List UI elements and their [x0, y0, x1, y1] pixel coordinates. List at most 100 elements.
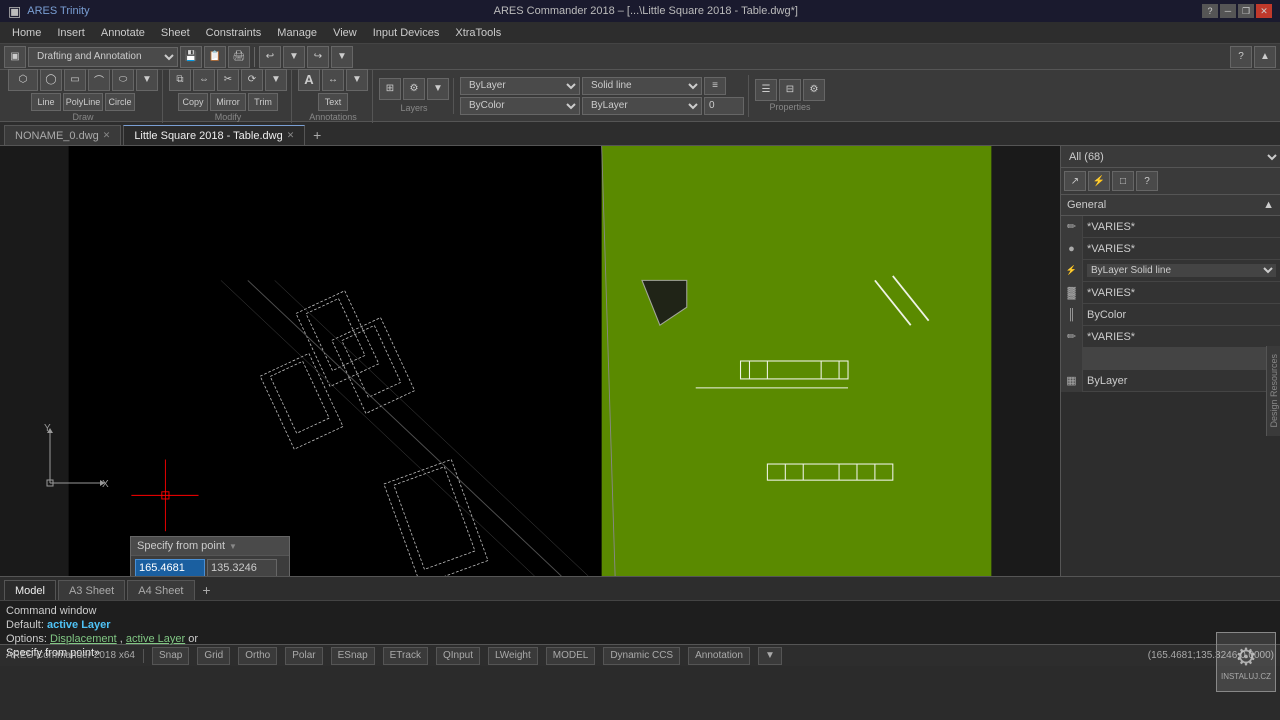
y-coord-input[interactable] [207, 559, 277, 576]
linetype-select[interactable]: Solid line [582, 77, 702, 95]
undo-button[interactable]: ↩ [259, 46, 281, 68]
lineweight-icon: ║ [1061, 304, 1083, 326]
menu-annotate[interactable]: Annotate [93, 25, 153, 41]
plot-icon: ▦ [1061, 370, 1083, 392]
title-bar: ▣ ARES Trinity ARES Commander 2018 – [..… [0, 0, 1280, 22]
dynamic-ccs-btn[interactable]: Dynamic CCS [603, 647, 680, 665]
menu-sheet[interactable]: Sheet [153, 25, 198, 41]
linetype-select-prop[interactable]: ByLayer Solid line [1087, 264, 1276, 277]
trim-btn[interactable]: ✂ [217, 69, 239, 91]
restore-button[interactable]: ❐ [1238, 4, 1254, 18]
snap-btn[interactable]: Snap [152, 647, 189, 665]
draw-group-btn[interactable]: ⬡ [8, 69, 38, 91]
tab-noname-close[interactable]: ✕ [103, 130, 111, 141]
polar-btn[interactable]: Polar [285, 647, 322, 665]
print-icon[interactable]: 🖨 [228, 46, 250, 68]
layer-select[interactable]: ByLayer [460, 77, 580, 95]
tab-little-square[interactable]: Little Square 2018 - Table.dwg ✕ [123, 125, 305, 145]
sheet-a4-tab[interactable]: A4 Sheet [127, 580, 194, 600]
save-icon[interactable]: 💾 [180, 46, 202, 68]
menu-xtratools[interactable]: XtraTools [447, 25, 509, 41]
tab-little-square-close[interactable]: ✕ [287, 130, 295, 141]
color-select[interactable]: ByColor [460, 97, 580, 115]
specify-from-point-label: Specify from point [137, 540, 225, 552]
layer-prop-btn[interactable]: ⚙ [403, 78, 425, 100]
prop-empty-input[interactable] [1083, 348, 1280, 369]
mirror-btn[interactable]: ⇔ [193, 69, 215, 91]
panel-quick-btn[interactable]: ⚡ [1088, 171, 1110, 191]
close-button[interactable]: ✕ [1256, 4, 1272, 18]
lweight-btn[interactable]: LWeight [488, 647, 538, 665]
modify-more-btn[interactable]: ⟳ [241, 69, 263, 91]
layers-icon-btn[interactable]: ⊞ [379, 78, 401, 100]
text-label-btn[interactable]: Text [318, 93, 348, 111]
canvas-area[interactable]: X Y Specify from point ▼ Displacement ac… [0, 146, 1060, 576]
draw-rect-btn[interactable]: ▭ [64, 69, 86, 91]
model-btn[interactable]: MODEL [546, 647, 596, 665]
tab-noname[interactable]: NONAME_0.dwg ✕ [4, 125, 121, 145]
panel-select-btn[interactable]: ↗ [1064, 171, 1086, 191]
collapse-properties-icon[interactable]: ▲ [1263, 199, 1274, 211]
design-resources-tab[interactable]: Design Resources [1266, 346, 1280, 436]
text-btn[interactable]: A [298, 69, 320, 91]
minimize-button[interactable]: ─ [1220, 4, 1236, 18]
prop-panel-btn[interactable]: ⊟ [779, 79, 801, 101]
menu-insert[interactable]: Insert [49, 25, 93, 41]
tab-add-button[interactable]: + [307, 125, 327, 145]
undo-dropdown[interactable]: ▼ [283, 46, 305, 68]
panel-help-btn[interactable]: ? [1136, 171, 1158, 191]
cmd-title-line: Command window [6, 604, 1274, 618]
cmd-active-layer-link[interactable]: active Layer [126, 633, 185, 645]
linetype-icon[interactable]: ≡ [704, 77, 726, 95]
copy-label-btn[interactable]: Copy [178, 93, 208, 111]
save2-icon[interactable]: 📋 [204, 46, 226, 68]
sheet-model-tab[interactable]: Model [4, 580, 56, 600]
prop-more-btn[interactable]: ⚙ [803, 79, 825, 101]
circle-btn[interactable]: Circle [105, 93, 135, 111]
copy-btn[interactable]: ⧉ [169, 69, 191, 91]
annotation-btn[interactable]: Annotation [688, 647, 750, 665]
ortho-btn[interactable]: Ortho [238, 647, 277, 665]
draw-arc-btn[interactable]: ⌒ [88, 69, 110, 91]
menu-constraints[interactable]: Constraints [198, 25, 270, 41]
grid-btn[interactable]: Grid [197, 647, 230, 665]
profile-dropdown[interactable]: Drafting and Annotation [28, 47, 178, 67]
polyline-btn[interactable]: PolyLine [63, 93, 103, 111]
redo-dropdown[interactable]: ▼ [331, 46, 353, 68]
sheet-a3-tab[interactable]: A3 Sheet [58, 580, 125, 600]
lineweight-select[interactable]: ByLayer [582, 97, 702, 115]
menu-manage[interactable]: Manage [269, 25, 325, 41]
esnap-btn[interactable]: ESnap [331, 647, 375, 665]
mirror-label-btn[interactable]: Mirror [210, 93, 246, 111]
ann-dropdown[interactable]: ▼ [346, 69, 368, 91]
draw-ellipse-btn[interactable]: ⬭ [112, 69, 134, 91]
cmd-displacement-link[interactable]: Displacement [50, 633, 117, 645]
app-icon-btn[interactable]: ▣ [4, 46, 26, 68]
menu-view[interactable]: View [325, 25, 365, 41]
menu-home[interactable]: Home [4, 25, 49, 41]
help-button[interactable]: ? [1202, 4, 1218, 18]
etrack-btn[interactable]: ETrack [383, 647, 428, 665]
line-btn[interactable]: Line [31, 93, 61, 111]
x-coord-input[interactable] [135, 559, 205, 576]
collapse-btn[interactable]: ▲ [1254, 46, 1276, 68]
draw-dropdown[interactable]: ▼ [136, 69, 158, 91]
dropdown-arrow-icon[interactable]: ▼ [229, 542, 237, 551]
properties-filter-dropdown[interactable]: All (68) [1061, 146, 1280, 168]
annotation-dropdown-btn[interactable]: ▼ [758, 647, 782, 665]
qinput-btn[interactable]: QInput [436, 647, 480, 665]
scale-icon: ▓ [1061, 282, 1083, 304]
panel-group-btn[interactable]: □ [1112, 171, 1134, 191]
sheet-add-button[interactable]: + [197, 580, 217, 600]
layer-dropdown-btn[interactable]: ▼ [427, 78, 449, 100]
prop-match-btn[interactable]: ☰ [755, 79, 777, 101]
redo-button[interactable]: ↪ [307, 46, 329, 68]
lineweight-input[interactable] [704, 97, 744, 115]
help-icon-btn[interactable]: ? [1230, 46, 1252, 68]
dim-btn[interactable]: ↔ [322, 69, 344, 91]
draw-circle-btn[interactable]: ◯ [40, 69, 62, 91]
menu-input-devices[interactable]: Input Devices [365, 25, 448, 41]
transparency-icon: ✏ [1061, 326, 1083, 348]
trim-label-btn[interactable]: Trim [248, 93, 278, 111]
modify-dropdown[interactable]: ▼ [265, 69, 287, 91]
